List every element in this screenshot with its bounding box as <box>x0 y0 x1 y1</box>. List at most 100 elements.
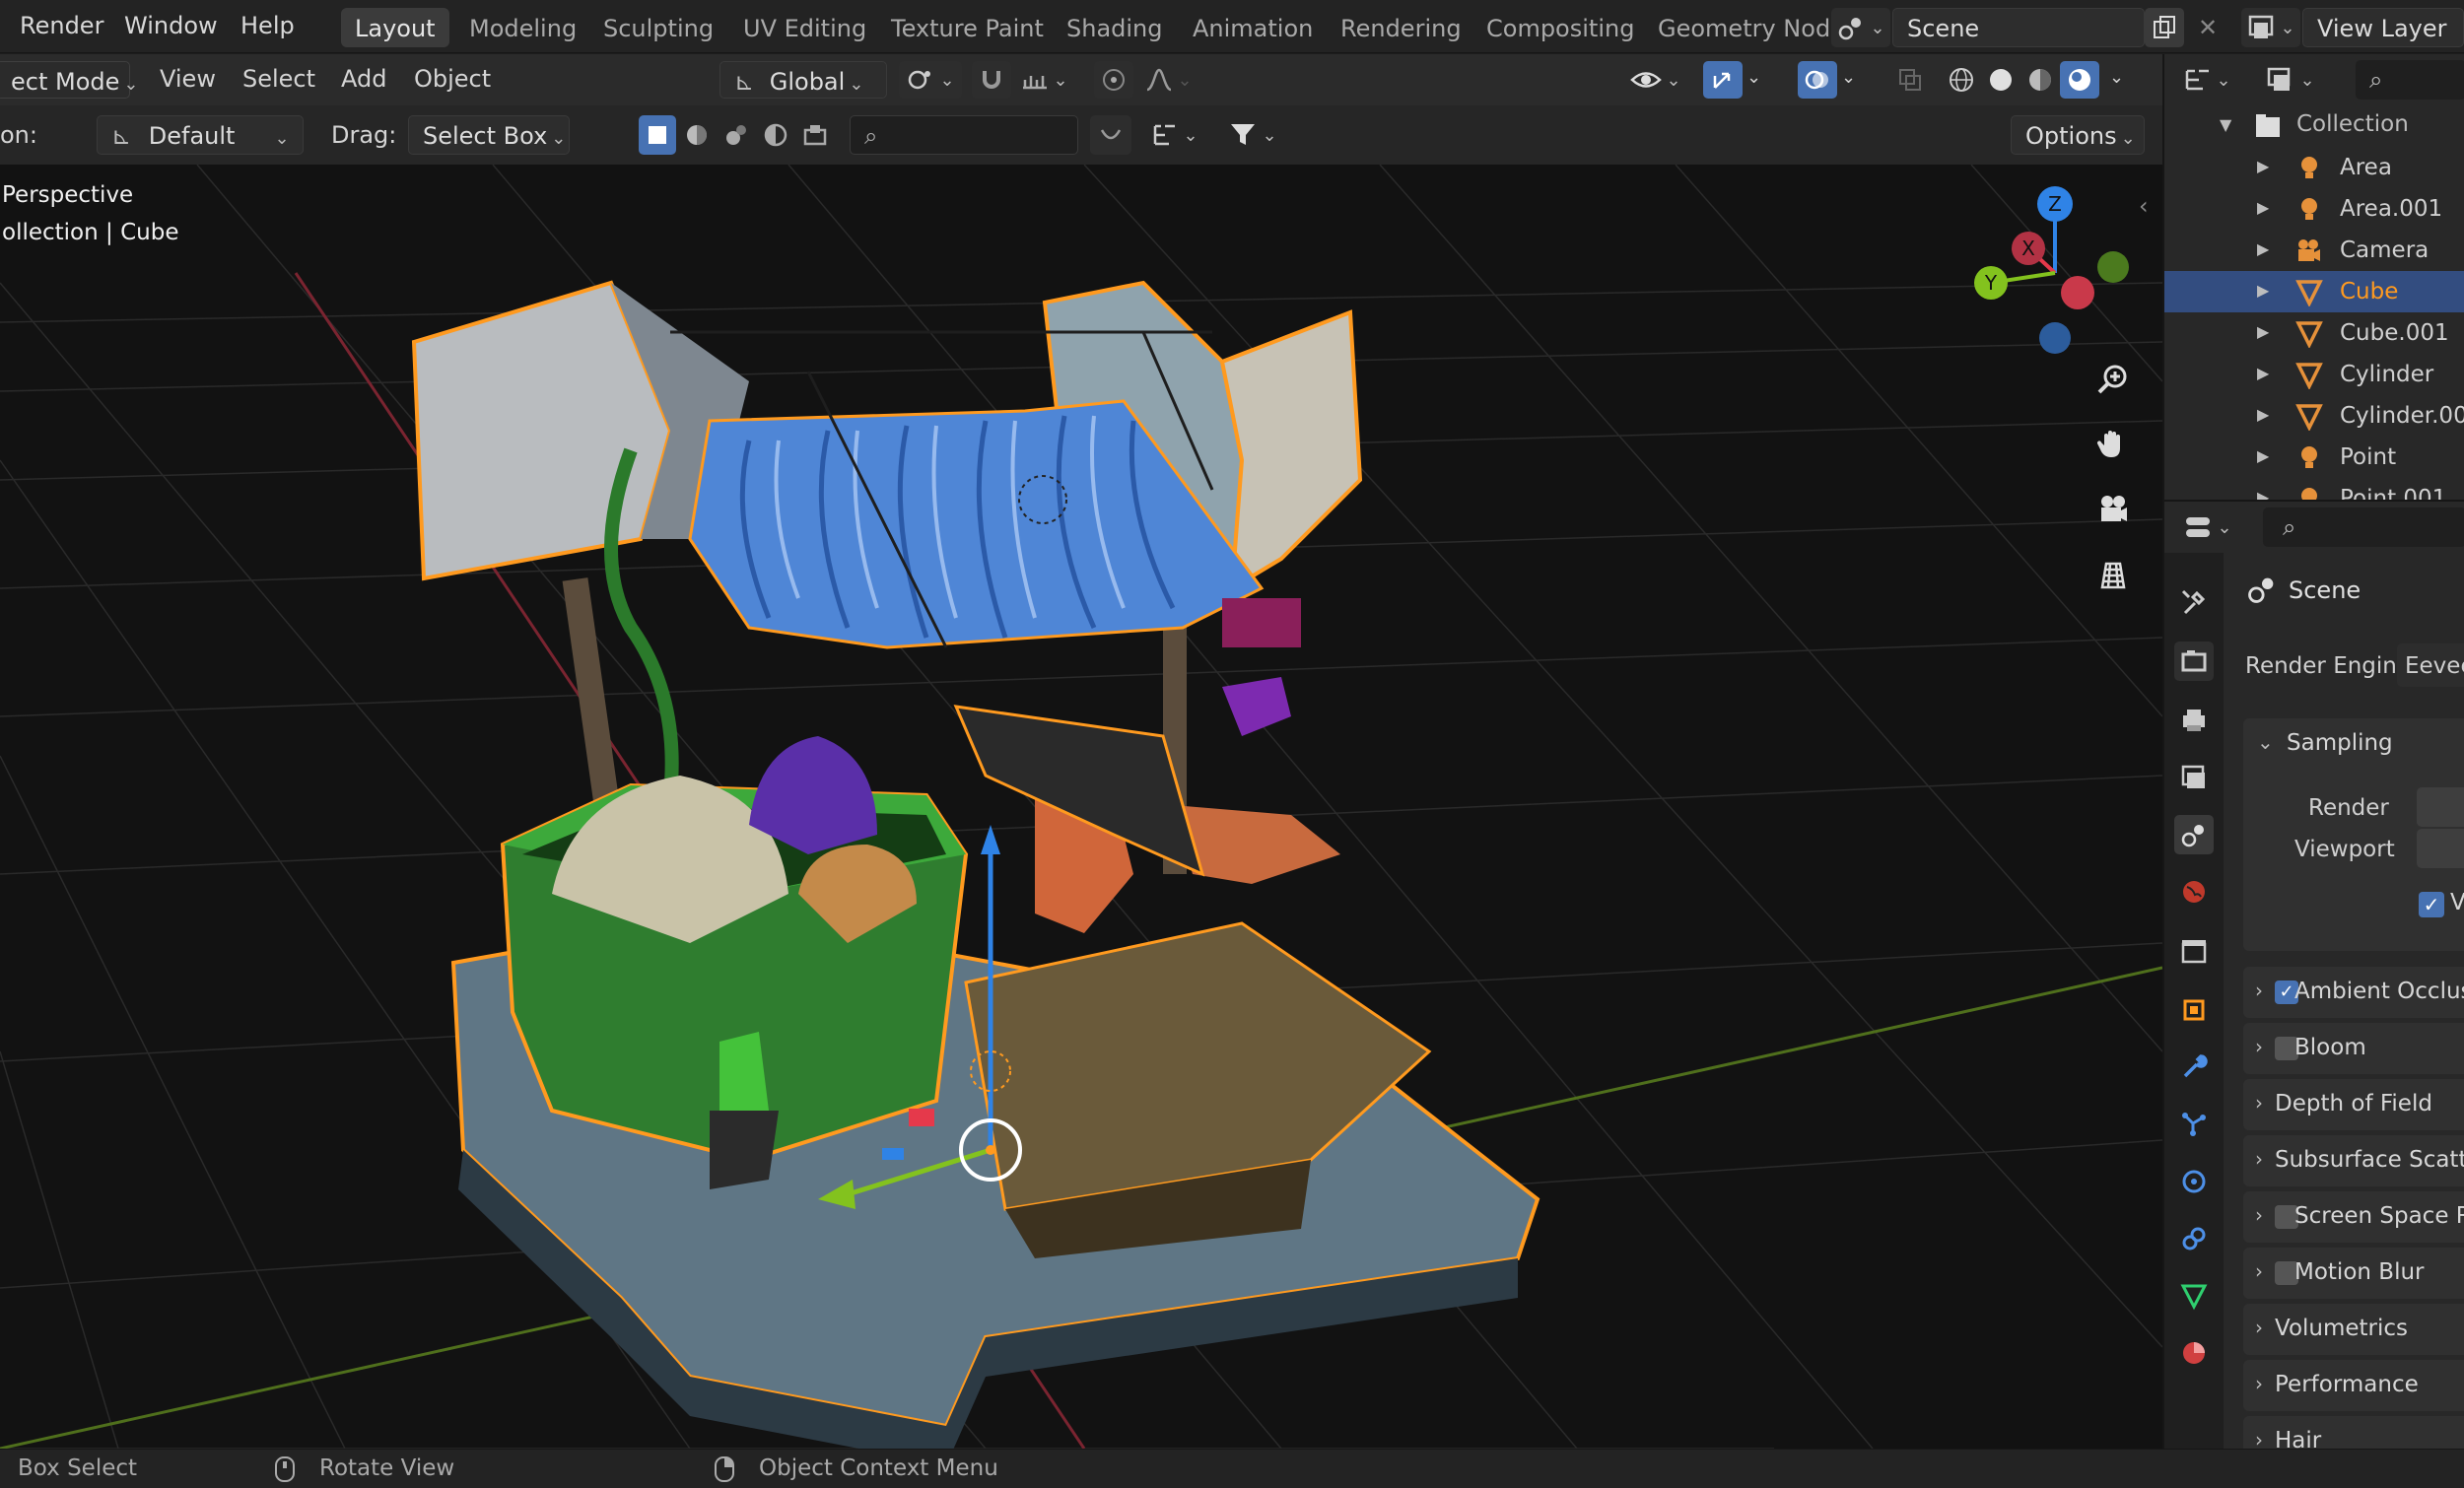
shading-material-button[interactable] <box>2020 61 2060 99</box>
view-layer-browse-button[interactable]: ⌄ <box>2241 8 2300 47</box>
panel-subsurface-scattering[interactable]: › Subsurface Scattering <box>2243 1135 2464 1186</box>
transform-orientation-dropdown[interactable]: ⊾ Global ⌄ <box>719 61 887 99</box>
select-mode-invert-button[interactable] <box>757 115 794 155</box>
options-dropdown[interactable]: Options ⌄ <box>2011 115 2145 155</box>
outliner-row-cylinder-001[interactable]: ▶ Cylinder.001 <box>2164 395 2464 437</box>
panel-bloom[interactable]: › Bloom <box>2243 1023 2464 1074</box>
menu-add[interactable]: Add <box>341 65 386 93</box>
chevron-right-icon[interactable]: › <box>2255 1372 2263 1395</box>
outliner-row-camera[interactable]: ▶ Camera <box>2164 230 2464 271</box>
zoom-button[interactable] <box>2088 354 2139 405</box>
properties-search-field[interactable]: ⌕ <box>2263 507 2464 547</box>
expand-arrow-icon[interactable]: ▶ <box>2257 446 2269 465</box>
menu-window[interactable]: Window <box>124 12 218 39</box>
panel-depth-of-field[interactable]: › Depth of Field <box>2243 1079 2464 1130</box>
mode-selector[interactable]: ect Mode ⌄ <box>0 61 138 99</box>
render-samples-field[interactable] <box>2417 787 2464 827</box>
xray-toggle[interactable] <box>1890 61 1930 99</box>
select-mode-extend-button[interactable] <box>678 115 716 155</box>
tab-physics[interactable] <box>2174 1162 2214 1201</box>
tab-uv-editing[interactable]: UV Editing <box>729 8 880 47</box>
expand-chevron-icon[interactable]: ⌄ <box>2257 730 2274 754</box>
tab-material[interactable] <box>2174 1333 2214 1373</box>
snap-target-dropdown[interactable]: ⌄ <box>1015 61 1074 99</box>
camera-view-button[interactable] <box>2088 484 2139 535</box>
tab-scene[interactable] <box>2174 815 2214 854</box>
pivot-point-dropdown[interactable]: ⌄ <box>899 61 962 99</box>
outliner-row-cylinder[interactable]: ▶ Cylinder <box>2164 354 2464 395</box>
expand-arrow-icon[interactable]: ▶ <box>2257 281 2269 300</box>
outliner-search-field[interactable]: ⌕ <box>2356 60 2464 100</box>
delete-scene-button[interactable]: ✕ <box>2190 8 2225 47</box>
outliner-row-cube-001[interactable]: ▶ Cube.001 <box>2164 312 2464 354</box>
panel-ambient-occlusion[interactable]: ›✓Ambient Occlusion <box>2243 967 2464 1018</box>
tab-data[interactable] <box>2174 1276 2214 1316</box>
gizmo-dropdown-arrow[interactable]: ⌄ <box>1746 67 1761 88</box>
chevron-right-icon[interactable]: › <box>2255 1147 2263 1171</box>
chevron-right-icon[interactable]: › <box>2255 1259 2263 1283</box>
tab-particles[interactable] <box>2174 1105 2214 1144</box>
new-scene-button[interactable] <box>2145 8 2184 47</box>
editor-type-dropdown[interactable]: ⌄ <box>2178 60 2237 100</box>
tool-search-field[interactable]: ⌕ <box>850 115 1078 155</box>
menu-select[interactable]: Select <box>242 65 315 93</box>
tab-geometry-nodes[interactable]: Geometry Nod <box>1644 8 1844 47</box>
tab-object[interactable] <box>2174 990 2214 1030</box>
chevron-right-icon[interactable]: › <box>2255 1203 2263 1227</box>
outliner-row-point[interactable]: ▶ Point <box>2164 437 2464 478</box>
scene-browse-button[interactable]: ⌄ <box>1831 8 1890 47</box>
panel-motion-blur[interactable]: › Motion Blur <box>2243 1248 2464 1299</box>
sampling-panel-title[interactable]: Sampling <box>2287 730 2393 756</box>
pan-button[interactable] <box>2088 419 2139 470</box>
menu-render[interactable]: Render <box>20 12 103 39</box>
overlays-dropdown-arrow[interactable]: ⌄ <box>1841 67 1856 88</box>
3d-viewport[interactable]: Perspective ollection | Cube Z X Y ‹ <box>0 165 2162 1449</box>
expand-arrow-icon[interactable]: ▶ <box>2257 198 2269 217</box>
snap-toggle[interactable] <box>972 61 1011 99</box>
tab-rendering[interactable]: Rendering <box>1327 8 1475 47</box>
expand-arrow-icon[interactable]: ▶ <box>2257 239 2269 258</box>
shading-solid-button[interactable] <box>1981 61 2020 99</box>
hierarchy-dropdown[interactable]: ⌄ <box>1143 115 1206 155</box>
outliner-row-cube[interactable]: ▶ Cube <box>2164 271 2464 312</box>
chevron-right-icon[interactable]: › <box>2255 1316 2263 1339</box>
shading-wireframe-button[interactable] <box>1942 61 1981 99</box>
expand-arrow-icon[interactable]: ▶ <box>2257 364 2269 382</box>
tab-modifiers[interactable] <box>2174 1048 2214 1087</box>
shading-dropdown-arrow[interactable]: ⌄ <box>2109 67 2124 88</box>
tab-world[interactable] <box>2174 872 2214 912</box>
tab-view-layer[interactable] <box>2174 758 2214 797</box>
tab-constraints[interactable] <box>2174 1219 2214 1258</box>
sidebar-toggle-arrow[interactable]: ‹ <box>2139 192 2149 220</box>
tab-output[interactable] <box>2174 701 2214 740</box>
tab-layout[interactable]: Layout <box>341 8 449 47</box>
panel-performance[interactable]: › Performance <box>2243 1360 2464 1411</box>
view-layer-field[interactable]: View Layer <box>2302 8 2464 47</box>
tab-collection[interactable] <box>2174 931 2214 971</box>
viewport-samples-field[interactable] <box>2417 829 2464 868</box>
display-mode-dropdown[interactable]: ⌄ <box>2259 60 2322 100</box>
expand-arrow-icon[interactable]: ▶ <box>2257 405 2269 424</box>
menu-object[interactable]: Object <box>414 65 491 93</box>
proportional-edit-toggle[interactable] <box>1094 61 1133 99</box>
tool-orientation-dropdown[interactable]: ⊾ Default ⌄ <box>97 115 304 155</box>
tab-render[interactable] <box>2174 642 2214 681</box>
chevron-right-icon[interactable]: › <box>2255 979 2263 1002</box>
viewport-denoise-checkbox[interactable]: ✓ <box>2419 892 2444 917</box>
expand-arrow-icon[interactable]: ▶ <box>2257 157 2269 175</box>
tab-shading[interactable]: Shading <box>1053 8 1177 47</box>
visibility-dropdown[interactable]: ⌄ <box>1624 61 1687 99</box>
tab-sculpting[interactable]: Sculpting <box>589 8 727 47</box>
tab-animation[interactable]: Animation <box>1179 8 1327 47</box>
drag-dropdown[interactable]: Select Box ⌄ <box>408 115 570 155</box>
outliner-row-area-001[interactable]: ▶ Area.001 <box>2164 188 2464 230</box>
render-engine-dropdown[interactable]: Eevee <box>2397 643 2464 687</box>
overlays-toggle[interactable] <box>1798 61 1837 99</box>
filter-dropdown[interactable]: ⌄ <box>1218 115 1287 155</box>
ortho-toggle-button[interactable] <box>2088 549 2139 600</box>
chevron-right-icon[interactable]: › <box>2255 1035 2263 1058</box>
menu-help[interactable]: Help <box>240 12 295 39</box>
select-mode-subtract-button[interactable] <box>718 115 755 155</box>
tab-texture-paint[interactable]: Texture Paint <box>877 8 1058 47</box>
collapse-arrow-icon[interactable]: ▼ <box>2220 115 2231 134</box>
